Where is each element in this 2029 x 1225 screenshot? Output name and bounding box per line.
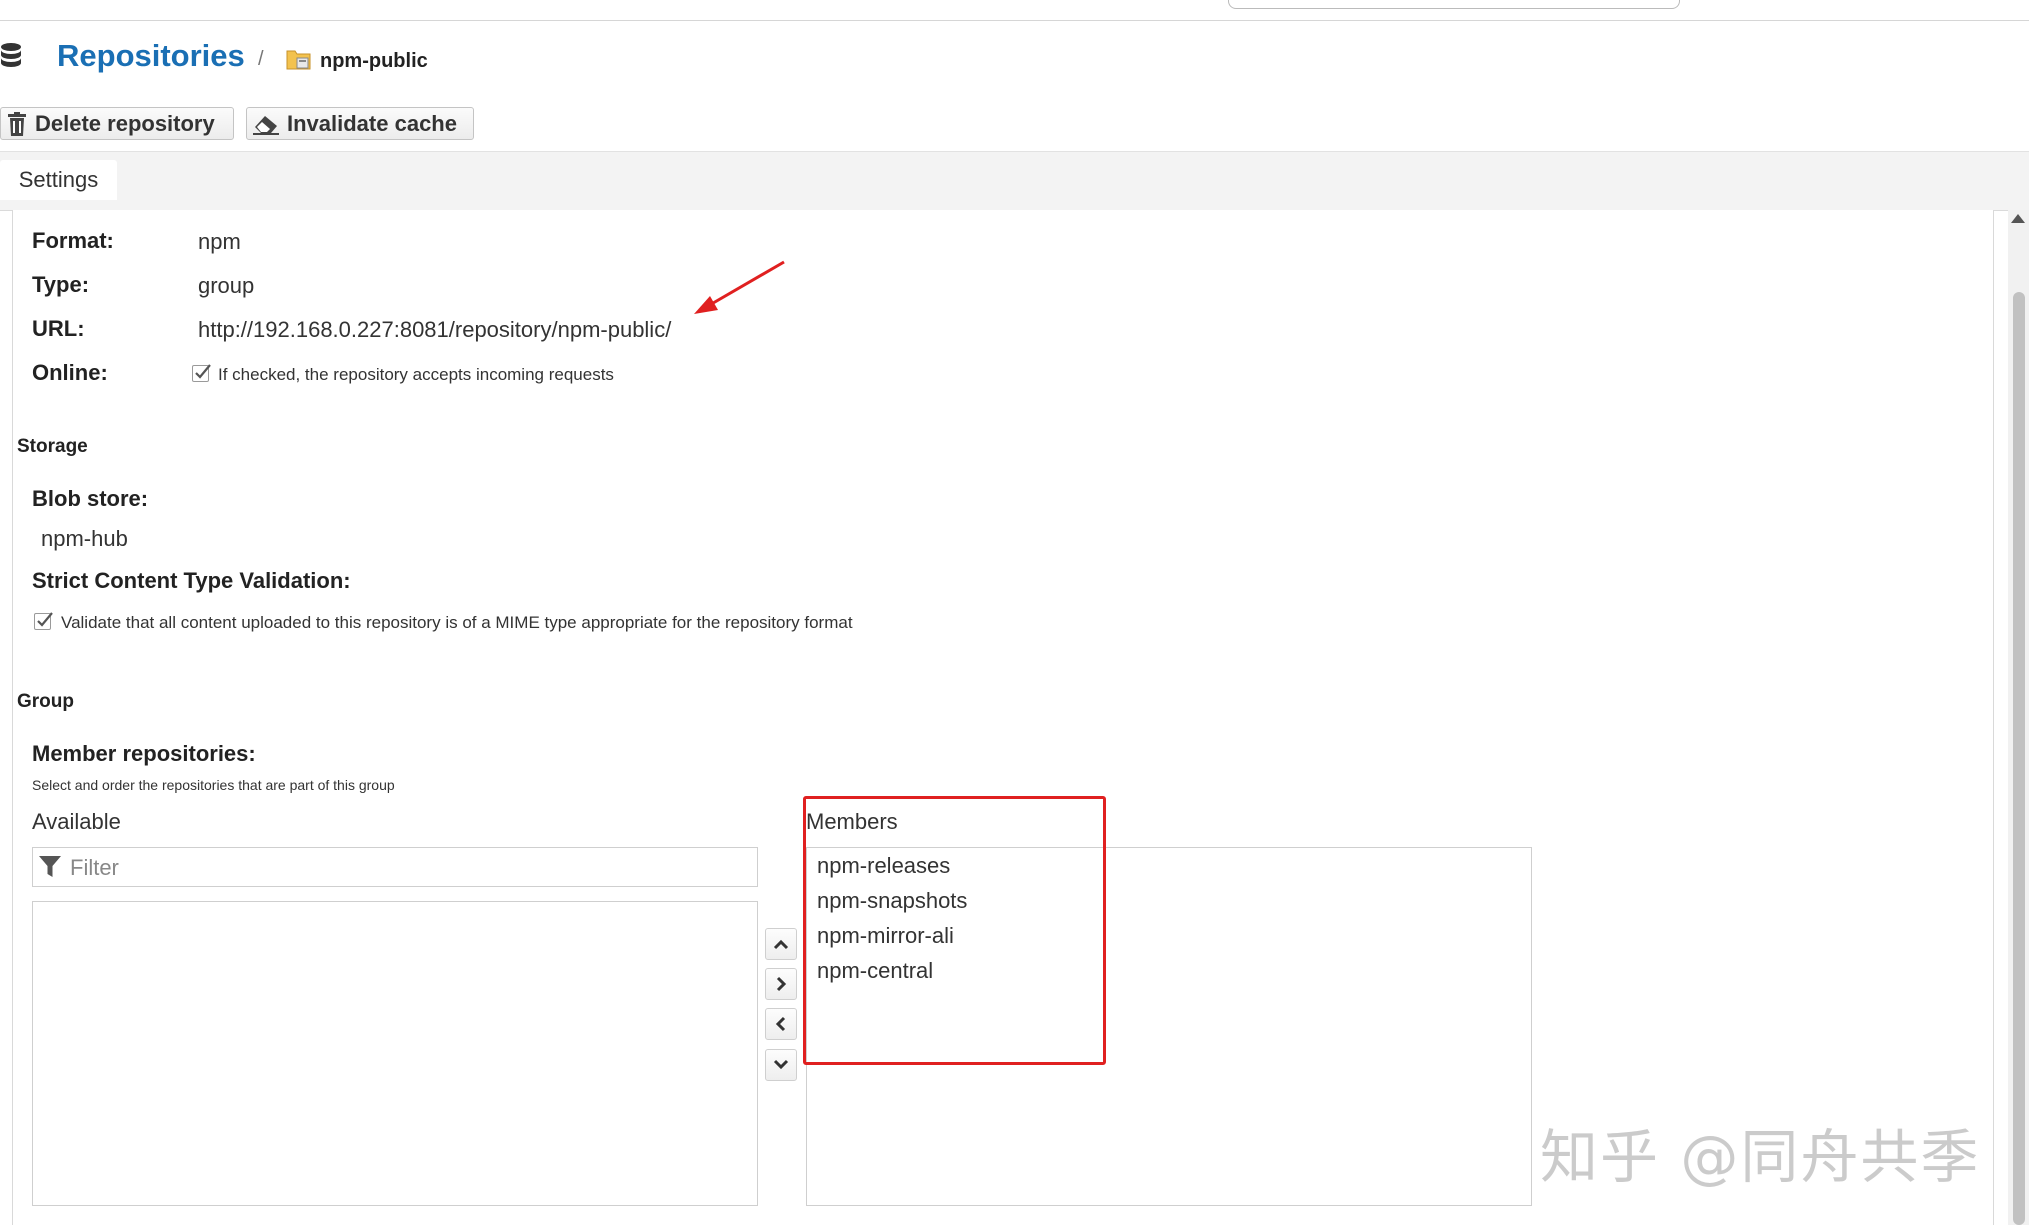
repository-folder-icon (286, 50, 311, 70)
checkmark-icon (195, 364, 211, 379)
invalidate-cache-button[interactable]: Invalidate cache (246, 107, 474, 140)
strict-validation-checkbox[interactable] (34, 612, 53, 630)
url-value[interactable]: http://192.168.0.227:8081/repository/npm… (198, 317, 671, 343)
member-repositories-help: Select and order the repositories that a… (32, 777, 395, 793)
global-search-box[interactable] (1228, 0, 1680, 9)
filter-input[interactable]: Filter (70, 855, 119, 881)
url-label: URL: (32, 316, 85, 341)
eraser-icon (253, 115, 279, 135)
delete-repository-label: Delete repository (35, 110, 215, 136)
filter-icon (39, 856, 61, 877)
strict-validation-label: Strict Content Type Validation: (32, 568, 351, 593)
database-icon (1, 43, 21, 67)
annotation-highlight-box (803, 796, 1106, 1065)
tab-strip (0, 151, 2029, 211)
chevron-up-icon (773, 939, 789, 950)
invalidate-cache-label: Invalidate cache (287, 110, 457, 136)
chevron-down-icon (773, 1059, 789, 1070)
scroll-up-icon[interactable] (2011, 214, 2025, 223)
annotation-arrow-icon (694, 260, 785, 314)
format-value: npm (198, 229, 241, 254)
online-help-text: If checked, the repository accepts incom… (218, 365, 614, 384)
available-title: Available (32, 809, 121, 834)
breadcrumb-repositories-link[interactable]: Repositories (57, 38, 245, 74)
type-label: Type: (32, 272, 90, 297)
delete-repository-button[interactable]: Delete repository (0, 107, 234, 140)
online-label: Online: (32, 360, 108, 385)
add-member-button[interactable] (765, 968, 797, 1000)
storage-section-title: Storage (17, 436, 88, 457)
format-label: Format: (32, 228, 114, 253)
strict-validation-help: Validate that all content uploaded to th… (61, 613, 853, 632)
type-value: group (198, 273, 255, 298)
blob-store-value: npm-hub (41, 526, 128, 551)
blob-store-label: Blob store: (32, 486, 149, 511)
checkmark-icon (37, 612, 53, 627)
watermark: 知乎 @同舟共季 (1540, 1123, 1981, 1191)
scrollbar-thumb[interactable] (2013, 292, 2025, 1225)
breadcrumb-separator: / (258, 48, 264, 70)
move-down-button[interactable] (765, 1049, 797, 1081)
top-bar (0, 0, 2029, 21)
trash-icon (8, 111, 26, 136)
chevron-right-icon (776, 976, 787, 992)
chevron-left-icon (775, 1016, 786, 1032)
available-list[interactable] (32, 901, 758, 1206)
breadcrumb-current-repo: npm-public (320, 50, 428, 72)
online-checkbox[interactable] (192, 364, 211, 382)
remove-member-button[interactable] (765, 1008, 797, 1040)
group-section-title: Group (17, 691, 74, 712)
filter-input-box[interactable] (32, 847, 758, 887)
tab-settings[interactable]: Settings (0, 160, 117, 200)
move-up-button[interactable] (765, 928, 797, 960)
member-repositories-label: Member repositories: (32, 741, 256, 766)
